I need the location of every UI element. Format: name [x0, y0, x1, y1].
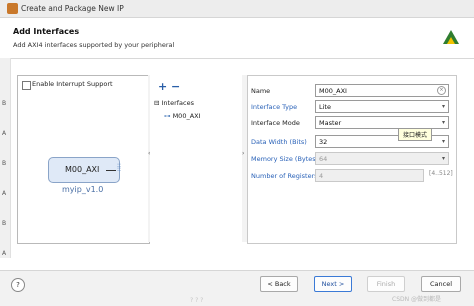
- name-label: Name: [251, 87, 271, 95]
- strip-char: B: [2, 100, 7, 107]
- page-subtitle: Add AXI4 interfaces supported by your pe…: [13, 41, 175, 49]
- data-width-value: 32: [319, 138, 328, 146]
- chevron-down-icon: ▾: [441, 138, 445, 145]
- num-registers-range: [4..512]: [429, 170, 453, 177]
- ip-port-label: M00_AXI: [65, 165, 100, 174]
- window-title: Create and Package New IP: [21, 4, 124, 13]
- num-registers-value: 4: [319, 172, 324, 180]
- chevron-down-icon: ▾: [441, 119, 445, 126]
- num-registers-label: Number of Registers: [251, 172, 318, 180]
- interrupt-checkbox[interactable]: [22, 81, 31, 90]
- interface-port-icon: ⊶: [164, 112, 173, 120]
- watermark: CSDN @做到都是: [392, 296, 442, 303]
- port-line: [106, 170, 116, 171]
- help-button[interactable]: ?: [11, 278, 25, 292]
- finish-button: Finish: [367, 276, 405, 292]
- num-registers-field: 4: [315, 169, 424, 182]
- strip-char: B: [2, 160, 7, 167]
- cancel-button[interactable]: Cancel: [421, 276, 461, 292]
- title-bar: Create and Package New IP: [0, 0, 474, 18]
- tooltip: 接口模式: [398, 128, 433, 141]
- ip-name-label: myip_v1.0: [62, 185, 104, 194]
- interface-type-value: Lite: [319, 103, 331, 111]
- tree-root[interactable]: ⊟ Interfaces: [154, 99, 194, 107]
- next-button[interactable]: Next >: [314, 276, 352, 292]
- interface-mode-value: Master: [319, 119, 342, 127]
- strip-char: B: [2, 220, 7, 227]
- strip-char: A: [2, 190, 7, 197]
- interface-mode-label: Interface Mode: [251, 119, 300, 127]
- chevron-down-icon: ▾: [441, 103, 445, 110]
- wizard-header: Add Interfaces Add AXI4 interfaces suppo…: [0, 18, 474, 59]
- remove-interface-button[interactable]: −: [171, 80, 180, 93]
- memory-size-label: Memory Size (Bytes): [251, 155, 319, 163]
- vivado-logo-icon: [443, 30, 459, 44]
- memory-size-select: 64 ▾: [315, 152, 449, 165]
- strip-char: A: [2, 250, 7, 257]
- strip-char: A: [2, 130, 7, 137]
- tree-item[interactable]: ⊶ M00_AXI: [164, 112, 201, 120]
- name-field[interactable]: M00_AXI ×: [315, 84, 449, 97]
- tree-toggle-icon[interactable]: ⊟: [154, 99, 162, 107]
- name-value: M00_AXI: [319, 87, 347, 95]
- port-connector-icon: ::::: [117, 162, 122, 173]
- clear-icon[interactable]: ×: [437, 86, 446, 95]
- interrupt-checkbox-label[interactable]: Enable Interrupt Support: [32, 80, 113, 88]
- tree-root-label: Interfaces: [161, 99, 195, 107]
- data-width-label: Data Width (Bits): [251, 138, 307, 146]
- left-strip: B A B A B A: [0, 58, 11, 258]
- watermark-small: ? ? ?: [190, 297, 204, 304]
- tree-item-label: M00_AXI: [172, 112, 201, 120]
- interface-type-select[interactable]: Lite ▾: [315, 100, 449, 113]
- chevron-down-icon: ▾: [441, 155, 445, 162]
- interface-properties-panel: Name M00_AXI × Interface Type Lite ▾ Int…: [247, 75, 457, 244]
- interface-type-label: Interface Type: [251, 103, 298, 111]
- collapse-right-icon[interactable]: ›: [242, 150, 244, 157]
- back-button[interactable]: < Back: [260, 276, 298, 292]
- ip-symbol-panel: Enable Interrupt Support M00_AXI :::: my…: [17, 75, 150, 244]
- memory-size-value: 64: [319, 155, 328, 163]
- app-icon: [7, 3, 18, 14]
- page-title: Add Interfaces: [13, 27, 80, 36]
- add-interface-button[interactable]: +: [158, 80, 167, 93]
- interfaces-panel: + − ⊟ Interfaces ⊶ M00_AXI: [150, 75, 242, 242]
